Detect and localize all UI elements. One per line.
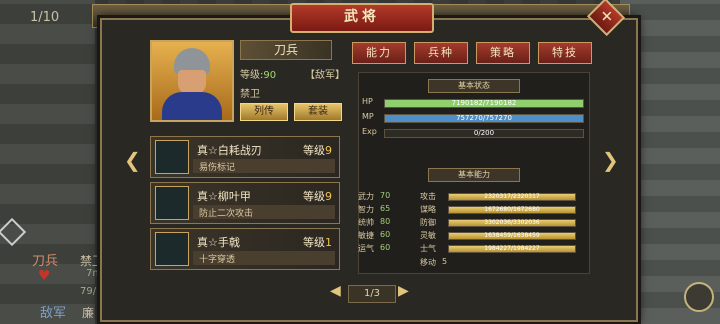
mp-bar: 757270/757270	[384, 114, 584, 123]
attr-value: 80	[380, 217, 391, 226]
exp-value: 0/200	[473, 129, 495, 137]
mp-value: 757270/757270	[456, 114, 512, 122]
equip-name: 真☆柳叶甲	[197, 190, 251, 203]
combat-bar: 3302036/3302036	[448, 219, 576, 227]
equip-name: 真☆白耗战刃	[197, 144, 262, 157]
move-label: 移动	[420, 258, 436, 267]
general-name: 刀兵	[240, 40, 332, 60]
tab-strategy[interactable]: 策略	[476, 42, 530, 64]
equip-level: 等级1	[303, 236, 332, 249]
page-prev-arrow-icon[interactable]: ◀	[330, 283, 341, 299]
exp-label: Exp	[362, 127, 377, 136]
combat-name: 士气	[420, 244, 436, 253]
attr-name: 敏捷	[358, 231, 374, 240]
map-unit-info[interactable]: 刀兵 禁卫 ♥ 7m/7 79/79 敌军 廉	[0, 246, 112, 324]
tab-ability[interactable]: 能力	[352, 42, 406, 64]
basic-ability-title: 基本能力	[428, 168, 520, 182]
attr-value: 65	[380, 204, 391, 213]
hp-value: 7190182/7190182	[451, 99, 517, 107]
combat-value: 2320317/2320317	[484, 193, 540, 200]
heart-icon: ♥	[38, 268, 51, 284]
equipment-card[interactable]: 真☆白耗战刃 等级9 易伤标记	[150, 136, 340, 178]
combat-name: 防御	[420, 218, 436, 227]
equip-desc: 易伤标记	[199, 163, 236, 173]
portrait-body	[162, 92, 222, 120]
combat-bar: 1672680/1672680	[448, 206, 576, 214]
general-portrait	[150, 40, 234, 122]
combat-bar: 1638459/1638459	[448, 232, 576, 240]
attr-name: 运气	[358, 244, 374, 253]
hp-label: HP	[362, 97, 373, 106]
unit-extra: 廉	[82, 306, 95, 320]
dialog-title: 武将	[290, 3, 434, 33]
attr-name: 智力	[358, 205, 374, 214]
combat-name: 灵敏	[420, 231, 436, 240]
equip-level: 等级9	[303, 190, 332, 203]
set-equip-button[interactable]: 套装	[294, 103, 342, 121]
basic-status-title: 基本状态	[428, 79, 520, 93]
halberd-icon	[155, 232, 189, 266]
combat-bar: 2320317/2320317	[448, 193, 576, 201]
close-icon: ✕	[600, 7, 613, 26]
tab-skill[interactable]: 特技	[538, 42, 592, 64]
attr-value: 60	[380, 243, 391, 252]
map-page-count: 1/10	[30, 10, 60, 25]
page-next-arrow-icon[interactable]: ▶	[398, 283, 409, 299]
equip-name: 真☆手戟	[197, 236, 240, 249]
equipment-card[interactable]: 真☆柳叶甲 等级9 防止二次攻击	[150, 182, 340, 224]
attr-value: 70	[380, 191, 391, 200]
tab-troop[interactable]: 兵种	[414, 42, 468, 64]
armor-icon	[155, 186, 189, 220]
mp-label: MP	[362, 112, 374, 121]
equip-desc: 十字穿透	[199, 255, 236, 265]
equip-desc: 防止二次攻击	[199, 209, 254, 219]
portrait-face	[178, 70, 206, 94]
move-value: 5	[442, 257, 448, 266]
combat-value: 1638459/1638459	[484, 232, 540, 239]
combat-name: 攻击	[420, 192, 436, 201]
attr-name: 武力	[358, 192, 374, 201]
general-level: 等级:90	[240, 70, 277, 81]
prev-general-arrow-icon[interactable]: ❮	[124, 148, 141, 172]
bio-button[interactable]: 列传	[240, 103, 288, 121]
next-general-arrow-icon[interactable]: ❯	[602, 148, 619, 172]
hp-bar: 7190182/7190182	[384, 99, 584, 108]
blade-icon	[155, 140, 189, 174]
general-unit-class: 禁卫	[240, 89, 260, 100]
combat-value: 3302036/3302036	[484, 219, 540, 226]
combat-name: 谋略	[420, 205, 436, 214]
attr-name: 统帅	[358, 218, 374, 227]
map-action-button[interactable]	[684, 282, 714, 312]
unit-name: 刀兵	[32, 254, 59, 269]
equipment-card[interactable]: 真☆手戟 等级1 十字穿透	[150, 228, 340, 270]
attr-value: 60	[380, 230, 391, 239]
general-faction: 【敌军】	[305, 70, 345, 81]
combat-bar: 1984227/1984227	[448, 245, 576, 253]
exp-bar: 0/200	[384, 129, 584, 138]
equip-level: 等级9	[303, 144, 332, 157]
unit-faction: 敌军	[40, 306, 67, 321]
combat-value: 1672680/1672680	[484, 206, 540, 213]
combat-value: 1984227/1984227	[484, 245, 540, 252]
pagination-indicator: 1/3	[348, 285, 396, 303]
